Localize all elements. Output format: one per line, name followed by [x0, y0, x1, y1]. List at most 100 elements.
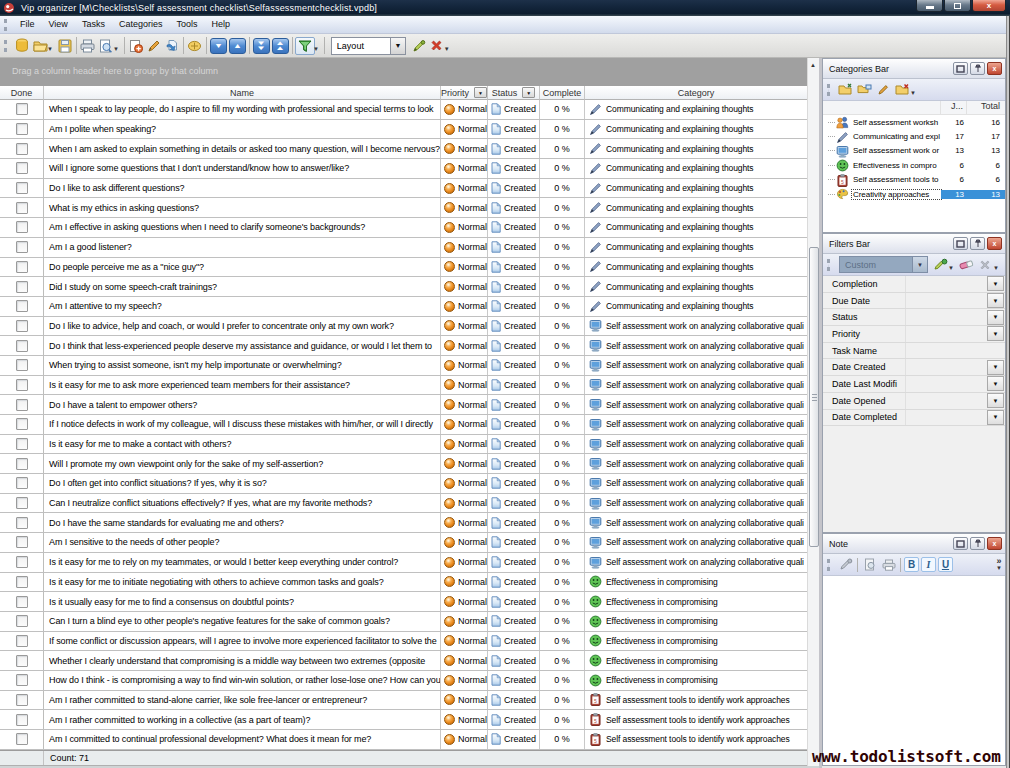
- filter-preset-combobox[interactable]: Custom: [839, 256, 913, 273]
- filter-row[interactable]: Priority ▼: [823, 326, 1005, 343]
- filter-dropdown-button[interactable]: ▼: [987, 310, 1004, 325]
- clear-filter-icon[interactable]: [957, 256, 976, 274]
- filter-row[interactable]: Completion ▼: [823, 276, 1005, 293]
- note-float-button[interactable]: [953, 537, 968, 550]
- done-checkbox[interactable]: [16, 517, 28, 529]
- filter-row[interactable]: Date Created ▼: [823, 359, 1005, 376]
- note-pin-button[interactable]: [970, 537, 985, 550]
- done-checkbox[interactable]: [16, 615, 28, 627]
- note-toolbar-overflow[interactable]: »▼: [996, 558, 1005, 571]
- close-button[interactable]: x: [972, 0, 1006, 12]
- column-header-done[interactable]: Done: [0, 86, 44, 100]
- filter-row[interactable]: Status ▼: [823, 309, 1005, 326]
- done-checkbox[interactable]: [16, 596, 28, 608]
- print-preview-icon[interactable]: [97, 36, 115, 55]
- categories-close-button[interactable]: x: [987, 62, 1002, 75]
- task-row[interactable]: When trying to assist someone, isn't my …: [0, 356, 807, 376]
- category-tree-item[interactable]: Self assessment worksh 16 16: [823, 115, 1005, 129]
- task-row[interactable]: Is it easy for me to initiate negotiatin…: [0, 573, 807, 593]
- done-checkbox[interactable]: [16, 694, 28, 706]
- task-row[interactable]: Is it easy for me to ask more experience…: [0, 376, 807, 396]
- filter-dropdown-button[interactable]: ▼: [987, 376, 1004, 391]
- filter-value[interactable]: [905, 343, 987, 359]
- done-checkbox[interactable]: [16, 556, 28, 568]
- minimize-button[interactable]: [916, 0, 943, 12]
- task-row[interactable]: Do people perceive me as a "nice guy"? N…: [0, 258, 807, 278]
- done-checkbox[interactable]: [16, 103, 28, 115]
- done-checkbox[interactable]: [16, 655, 28, 667]
- filter-value[interactable]: [905, 410, 987, 426]
- layout-combobox[interactable]: Layout: [331, 37, 391, 55]
- task-row[interactable]: Can I turn a blind eye to other people's…: [0, 612, 807, 632]
- task-row[interactable]: If I notice defects in work of my collea…: [0, 415, 807, 435]
- filter-value[interactable]: [905, 309, 987, 325]
- task-row[interactable]: When I speak to lay people, do I aspire …: [0, 100, 807, 120]
- filter-value[interactable]: [905, 293, 987, 309]
- task-row[interactable]: Is it easy for me to make a contact with…: [0, 435, 807, 455]
- task-row[interactable]: Is it usually easy for me to find a cons…: [0, 592, 807, 612]
- task-row[interactable]: Can I neutralize conflict situations eff…: [0, 494, 807, 514]
- task-row[interactable]: Do I often get into conflict situations?…: [0, 474, 807, 494]
- bold-button[interactable]: B: [904, 557, 919, 572]
- layout-combobox-caret[interactable]: ▼: [391, 37, 406, 55]
- filter-dropdown-button[interactable]: ▼: [987, 326, 1004, 341]
- categories-pin-button[interactable]: [970, 62, 985, 75]
- open-database-icon[interactable]: [31, 36, 49, 55]
- filter-value[interactable]: [905, 393, 987, 409]
- menu-help[interactable]: Help: [204, 17, 237, 32]
- grid-scrollbar-thumb[interactable]: [809, 247, 819, 547]
- done-checkbox[interactable]: [16, 123, 28, 135]
- column-header-priority[interactable]: Priority▼: [441, 86, 488, 100]
- menu-tasks[interactable]: Tasks: [75, 17, 112, 32]
- duplicate-task-icon[interactable]: [163, 36, 181, 55]
- note-close-button[interactable]: x: [987, 537, 1002, 550]
- filter-value[interactable]: [905, 359, 987, 375]
- note-preview-icon[interactable]: [860, 556, 879, 574]
- filters-float-button[interactable]: [953, 237, 968, 250]
- new-database-icon[interactable]: [13, 36, 31, 55]
- priority-filter-button[interactable]: ▼: [474, 87, 487, 98]
- scroll-up-arrow[interactable]: ▲: [810, 62, 816, 68]
- filter-toggle-icon[interactable]: [295, 37, 315, 55]
- categories-toolbar-caret[interactable]: ▼: [910, 90, 916, 96]
- category-tree-item[interactable]: Effectiveness in compro 6 6: [823, 158, 1005, 172]
- filter-value[interactable]: [905, 326, 987, 342]
- task-row[interactable]: Whether I clearly understand that compro…: [0, 651, 807, 671]
- done-checkbox[interactable]: [16, 497, 28, 509]
- filter-row[interactable]: Date Completed ▼: [823, 410, 1005, 427]
- add-category-icon[interactable]: [836, 81, 855, 99]
- grid-scrollbar[interactable]: ▲: [807, 58, 819, 766]
- filters-toolbar-caret[interactable]: ▼: [993, 265, 999, 271]
- menu-categories[interactable]: Categories: [112, 17, 170, 32]
- done-checkbox[interactable]: [16, 674, 28, 686]
- done-checkbox[interactable]: [16, 536, 28, 548]
- done-checkbox[interactable]: [16, 261, 28, 273]
- task-row[interactable]: Am I committed to continual professional…: [0, 730, 807, 750]
- menu-file[interactable]: File: [13, 17, 42, 32]
- new-task-icon[interactable]: [127, 36, 145, 55]
- share-icon[interactable]: [186, 36, 204, 55]
- done-checkbox[interactable]: [16, 438, 28, 450]
- note-print-icon[interactable]: [879, 556, 898, 574]
- done-checkbox[interactable]: [16, 359, 28, 371]
- done-checkbox[interactable]: [16, 635, 28, 647]
- italic-button[interactable]: I: [921, 557, 936, 572]
- filter-dropdown-button[interactable]: ▼: [987, 393, 1004, 408]
- column-header-category[interactable]: Category: [585, 86, 807, 100]
- edit-task-icon[interactable]: [145, 36, 163, 55]
- filter-dropdown-caret[interactable]: ▼: [313, 46, 319, 52]
- filter-value[interactable]: [905, 376, 987, 392]
- column-header-complete[interactable]: Complete: [540, 86, 585, 100]
- filter-dropdown-button[interactable]: ▼: [987, 360, 1004, 375]
- filter-dropdown-button[interactable]: ▼: [987, 410, 1004, 425]
- task-row[interactable]: How do I think - is compromising a way t…: [0, 671, 807, 691]
- note-content[interactable]: [823, 576, 1005, 765]
- column-header-name[interactable]: Name: [44, 86, 441, 100]
- done-checkbox[interactable]: [16, 477, 28, 489]
- done-checkbox[interactable]: [16, 221, 28, 233]
- done-checkbox[interactable]: [16, 714, 28, 726]
- underline-button[interactable]: U: [938, 557, 953, 572]
- task-row[interactable]: Am I sensitive to the needs of other peo…: [0, 533, 807, 553]
- task-row[interactable]: Do I have the same standards for evaluat…: [0, 513, 807, 533]
- done-checkbox[interactable]: [16, 202, 28, 214]
